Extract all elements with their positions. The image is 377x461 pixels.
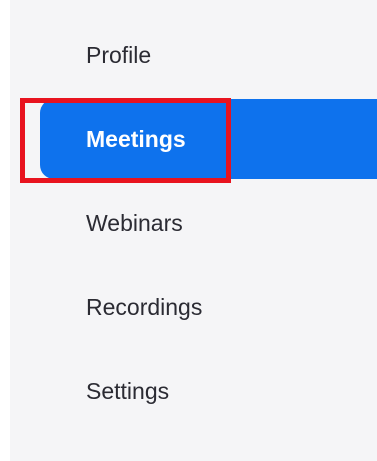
sidebar-item-profile[interactable]: Profile <box>32 15 377 95</box>
sidebar-item-label: Settings <box>86 377 170 404</box>
sidebar-item-meetings[interactable]: Meetings <box>40 99 377 179</box>
sidebar-item-settings[interactable]: Settings <box>32 351 377 431</box>
sidebar-nav: Profile Meetings Webinars Recordings Set… <box>0 0 377 461</box>
sidebar-item-label: Recordings <box>86 293 203 320</box>
sidebar-item-label: Meetings <box>86 125 186 152</box>
sidebar-item-recordings[interactable]: Recordings <box>32 267 377 347</box>
sidebar-item-label: Profile <box>86 41 152 68</box>
sidebar-item-webinars[interactable]: Webinars <box>32 183 377 263</box>
sidebar-item-label: Webinars <box>86 209 183 236</box>
